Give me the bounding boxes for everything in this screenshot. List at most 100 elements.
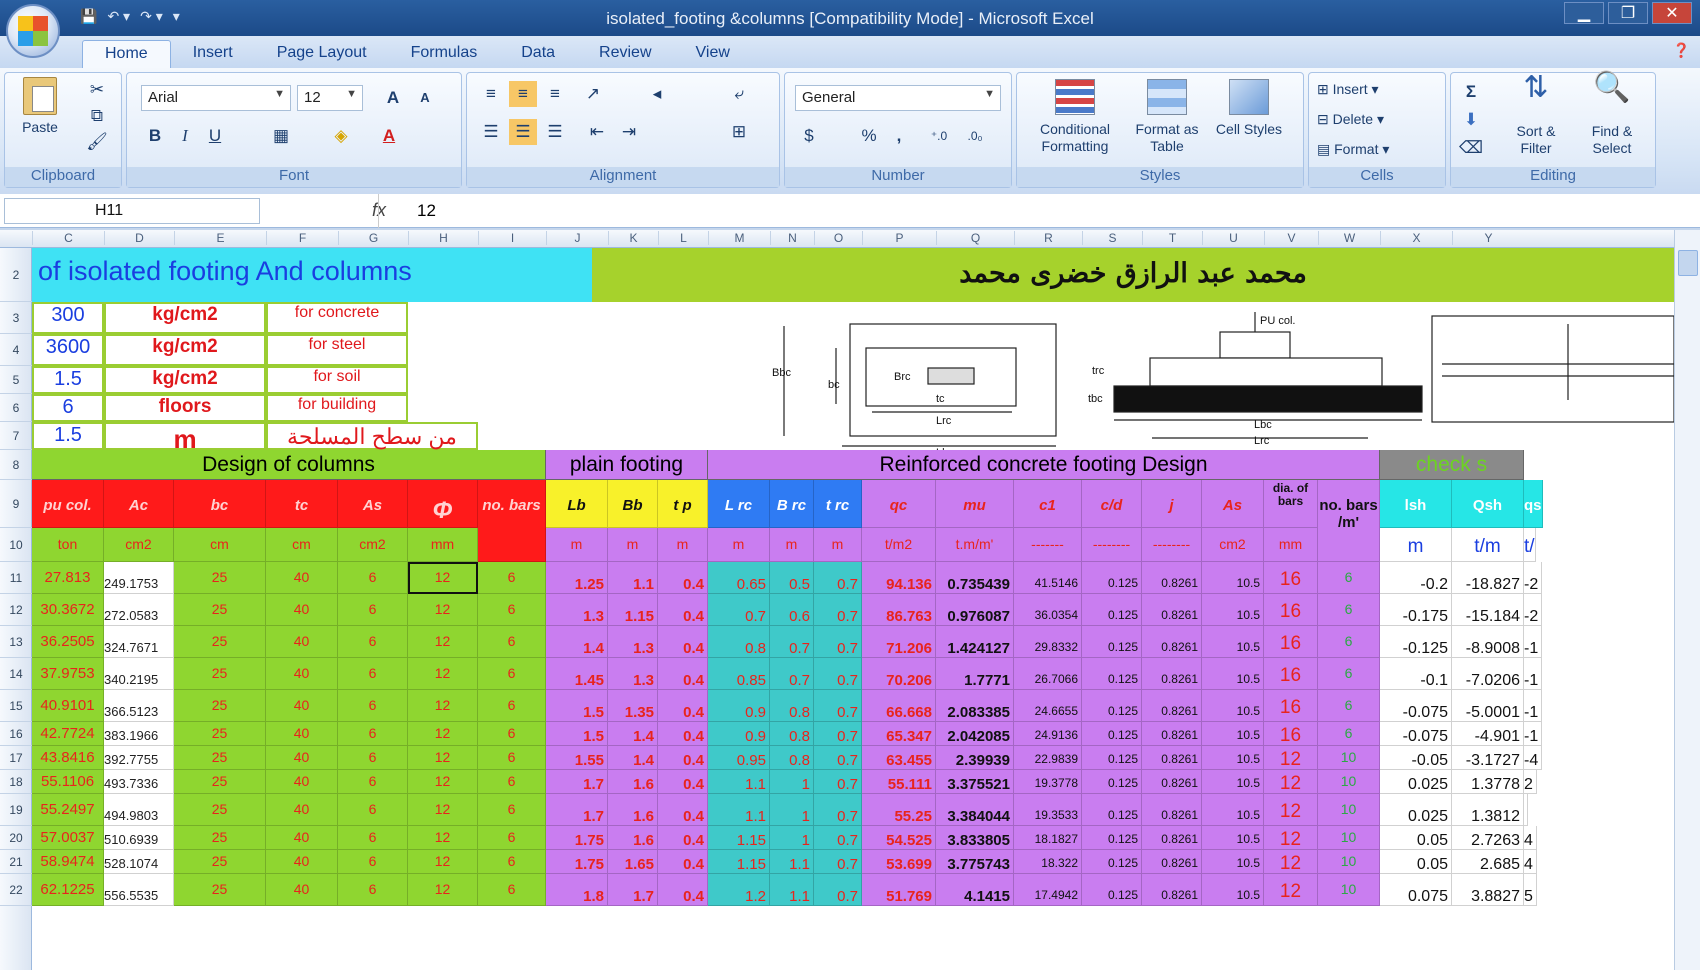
cell-R19[interactable]: 19.3533 (1014, 794, 1082, 826)
cell-F17[interactable]: 40 (266, 746, 338, 770)
increase-indent-icon[interactable]: ⇥ (615, 119, 643, 145)
column-header-O[interactable]: O (814, 231, 862, 245)
cell-S17[interactable]: 0.125 (1082, 746, 1142, 770)
wrap-text-icon[interactable]: ⤶ (725, 81, 753, 107)
cell-U20[interactable]: 10.5 (1202, 826, 1264, 850)
cell-T20[interactable]: 0.8261 (1142, 826, 1202, 850)
cell-N12[interactable]: 0.6 (770, 594, 814, 626)
cell-L22[interactable]: 0.4 (658, 874, 708, 906)
cell-O22[interactable]: 0.7 (814, 874, 862, 906)
cell-X19[interactable]: 0.025 (1380, 794, 1452, 826)
cell-U22[interactable]: 10.5 (1202, 874, 1264, 906)
cell-L13[interactable]: 0.4 (658, 626, 708, 658)
column-header-R[interactable]: R (1014, 231, 1082, 245)
conditional-formatting-button[interactable]: Conditional Formatting (1025, 79, 1125, 155)
cell-O16[interactable]: 0.7 (814, 722, 862, 746)
percent-button[interactable]: % (855, 123, 883, 149)
cell-H18[interactable]: 12 (408, 770, 478, 794)
cell-undefined20[interactable]: 4 (1524, 826, 1537, 850)
worksheet-grid[interactable]: of isolated footing And columns محمد عبد… (32, 248, 1674, 970)
autosum-button[interactable]: Σ (1457, 79, 1485, 105)
cell-K18[interactable]: 1.6 (608, 770, 658, 794)
cell-D18[interactable]: 493.7336 (104, 770, 174, 794)
cell-D11[interactable]: 249.1753 (104, 562, 174, 594)
cell-K20[interactable]: 1.6 (608, 826, 658, 850)
cell-N16[interactable]: 0.8 (770, 722, 814, 746)
cell-I22[interactable]: 6 (478, 874, 546, 906)
cell-K12[interactable]: 1.15 (608, 594, 658, 626)
cell-N22[interactable]: 1.1 (770, 874, 814, 906)
cell-Q19[interactable]: 3.384044 (936, 794, 1014, 826)
cell-E13[interactable]: 25 (174, 626, 266, 658)
column-header-K[interactable]: K (608, 231, 658, 245)
cell-H14[interactable]: 12 (408, 658, 478, 690)
cell-S14[interactable]: 0.125 (1082, 658, 1142, 690)
find-select-button[interactable]: 🔍 Find & Select (1577, 73, 1647, 157)
cell-P18[interactable]: 55.111 (862, 770, 936, 794)
cell-R16[interactable]: 24.9136 (1014, 722, 1082, 746)
align-bottom-icon[interactable]: ≡ (541, 81, 569, 107)
cell-V14[interactable]: 16 (1264, 658, 1318, 690)
cell-W14[interactable]: 6 (1318, 658, 1380, 690)
cell-W16[interactable]: 6 (1318, 722, 1380, 746)
cell-E22[interactable]: 25 (174, 874, 266, 906)
row-header-2[interactable]: 2 (0, 248, 32, 302)
cell-C21[interactable]: 58.9474 (32, 850, 104, 874)
cell-G21[interactable]: 6 (338, 850, 408, 874)
cell-M16[interactable]: 0.9 (708, 722, 770, 746)
cell-P14[interactable]: 70.206 (862, 658, 936, 690)
cell-V20[interactable]: 12 (1264, 826, 1318, 850)
row-header-13[interactable]: 13 (0, 626, 32, 658)
cell-G14[interactable]: 6 (338, 658, 408, 690)
cell-W17[interactable]: 10 (1318, 746, 1380, 770)
column-header-H[interactable]: H (408, 231, 478, 245)
cell-S18[interactable]: 0.125 (1082, 770, 1142, 794)
column-header-P[interactable]: P (862, 231, 936, 245)
cell-undefined21[interactable]: 4 (1524, 850, 1537, 874)
cell-E11[interactable]: 25 (174, 562, 266, 594)
cell-F22[interactable]: 40 (266, 874, 338, 906)
cell-F11[interactable]: 40 (266, 562, 338, 594)
cell-X22[interactable]: 0.075 (1380, 874, 1452, 906)
cell-R20[interactable]: 18.1827 (1014, 826, 1082, 850)
cell-D22[interactable]: 556.5535 (104, 874, 174, 906)
cell-L19[interactable]: 0.4 (658, 794, 708, 826)
number-format-select[interactable]: General ▼ (795, 85, 1001, 111)
cell-Q16[interactable]: 2.042085 (936, 722, 1014, 746)
cell-T14[interactable]: 0.8261 (1142, 658, 1202, 690)
cell-V15[interactable]: 16 (1264, 690, 1318, 722)
cell-P13[interactable]: 71.206 (862, 626, 936, 658)
align-top-icon[interactable]: ≡ (477, 81, 505, 107)
cell-O15[interactable]: 0.7 (814, 690, 862, 722)
cell-E21[interactable]: 25 (174, 850, 266, 874)
cell-O18[interactable]: 0.7 (814, 770, 862, 794)
clear-icon[interactable]: ⌫ (1457, 135, 1485, 161)
cell-I21[interactable]: 6 (478, 850, 546, 874)
grow-font-button[interactable]: A (379, 85, 407, 111)
cell-W21[interactable]: 10 (1318, 850, 1380, 874)
cell-J20[interactable]: 1.75 (546, 826, 608, 850)
row-header-8[interactable]: 8 (0, 450, 32, 480)
cell-L15[interactable]: 0.4 (658, 690, 708, 722)
cell-Q17[interactable]: 2.39939 (936, 746, 1014, 770)
cell-H13[interactable]: 12 (408, 626, 478, 658)
cell-N21[interactable]: 1.1 (770, 850, 814, 874)
font-name-select[interactable]: Arial ▼ (141, 85, 291, 111)
cell-Y15[interactable]: -5.0001 (1452, 690, 1524, 722)
cell-I14[interactable]: 6 (478, 658, 546, 690)
cell-V21[interactable]: 12 (1264, 850, 1318, 874)
cell-S15[interactable]: 0.125 (1082, 690, 1142, 722)
cell-P11[interactable]: 94.136 (862, 562, 936, 594)
cell-I19[interactable]: 6 (478, 794, 546, 826)
cell-D16[interactable]: 383.1966 (104, 722, 174, 746)
cell-T15[interactable]: 0.8261 (1142, 690, 1202, 722)
cell-J21[interactable]: 1.75 (546, 850, 608, 874)
cell-M19[interactable]: 1.1 (708, 794, 770, 826)
cell-T22[interactable]: 0.8261 (1142, 874, 1202, 906)
cell-F20[interactable]: 40 (266, 826, 338, 850)
cell-O20[interactable]: 0.7 (814, 826, 862, 850)
cell-K22[interactable]: 1.7 (608, 874, 658, 906)
cell-H12[interactable]: 12 (408, 594, 478, 626)
cell-Q20[interactable]: 3.833805 (936, 826, 1014, 850)
cell-Y20[interactable]: 2.7263 (1452, 826, 1524, 850)
